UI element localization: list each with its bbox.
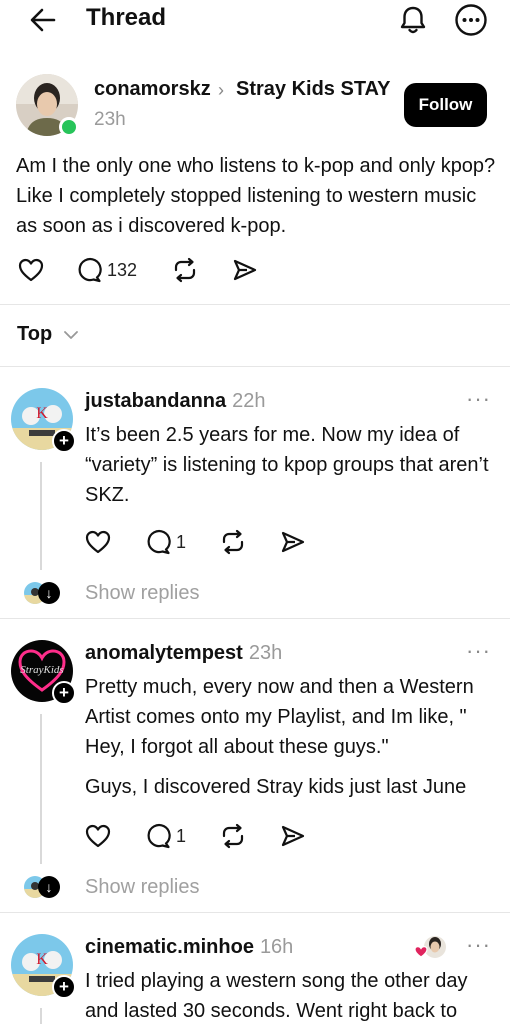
post-body: Am I the only one who listens to k-pop a… bbox=[16, 155, 496, 237]
thread-line bbox=[40, 1008, 42, 1024]
post-username[interactable]: conamorskz bbox=[94, 78, 211, 101]
arrow-down-icon: ↓ bbox=[38, 582, 60, 604]
reply-username[interactable]: justabandanna bbox=[85, 390, 226, 412]
liked-by-author-icon bbox=[414, 936, 446, 958]
heart-icon[interactable] bbox=[85, 530, 111, 554]
reply-body-paragraph: Guys, I discovered Stray kids just last … bbox=[85, 776, 467, 798]
reply-body: I tried playing a western song the other… bbox=[85, 970, 468, 1022]
more-options-icon[interactable]: ··· bbox=[466, 386, 491, 412]
heart-icon[interactable] bbox=[85, 824, 111, 848]
share-icon[interactable] bbox=[280, 824, 306, 848]
reply-header: cinematic.minhoe 16h bbox=[85, 936, 293, 959]
thread-line bbox=[40, 462, 42, 570]
thread-line bbox=[40, 714, 42, 864]
page-title: Thread bbox=[86, 4, 167, 31]
divider bbox=[0, 618, 510, 619]
comment-icon[interactable] bbox=[145, 823, 171, 849]
svg-text:K: K bbox=[36, 951, 48, 968]
reply-header: justabandanna 22h bbox=[85, 390, 266, 413]
online-status-dot bbox=[59, 117, 79, 137]
repost-icon[interactable] bbox=[172, 257, 198, 283]
reply-username[interactable]: anomalytempest bbox=[85, 642, 243, 664]
follow-button[interactable]: Follow bbox=[404, 83, 487, 127]
community-name[interactable]: Stray Kids STAY bbox=[236, 78, 391, 101]
divider bbox=[0, 366, 510, 367]
reply-header: anomalytempest 23h bbox=[85, 642, 282, 665]
share-icon[interactable] bbox=[232, 258, 258, 282]
reply-username[interactable]: cinematic.minhoe bbox=[85, 936, 254, 958]
reply-timestamp: 23h bbox=[248, 642, 283, 664]
reply-body: It’s been 2.5 years for me. Now my idea … bbox=[85, 424, 489, 506]
reply-timestamp: 16h bbox=[259, 936, 294, 958]
reply-body: Pretty much, every now and then a Wester… bbox=[85, 676, 474, 758]
post-timestamp: 23h bbox=[94, 109, 126, 130]
sort-label: Top bbox=[17, 323, 53, 345]
follow-plus-icon[interactable]: + bbox=[52, 975, 76, 999]
follow-plus-icon[interactable]: + bbox=[52, 681, 76, 705]
chevron-down-icon bbox=[63, 330, 78, 339]
reply-count: 132 bbox=[107, 260, 138, 280]
reply-count: 1 bbox=[176, 532, 187, 552]
show-replies-link[interactable]: Show replies bbox=[85, 876, 200, 899]
show-replies-link[interactable]: Show replies bbox=[85, 582, 200, 605]
share-icon[interactable] bbox=[280, 530, 306, 554]
comment-icon[interactable] bbox=[145, 529, 171, 555]
arrow-down-icon: ↓ bbox=[38, 876, 60, 898]
follow-plus-icon[interactable]: + bbox=[52, 429, 76, 453]
more-options-icon[interactable]: ··· bbox=[466, 932, 491, 958]
divider bbox=[0, 304, 510, 305]
heart-icon[interactable] bbox=[18, 258, 44, 282]
more-circle-icon[interactable] bbox=[454, 3, 488, 37]
reply-timestamp: 22h bbox=[232, 390, 266, 412]
top-bar: Thread bbox=[0, 0, 510, 44]
repost-icon[interactable] bbox=[220, 529, 246, 555]
sort-dropdown[interactable]: Top bbox=[17, 323, 78, 346]
bell-icon[interactable] bbox=[397, 4, 429, 36]
reply-count: 1 bbox=[176, 826, 187, 846]
svg-text:StrayKids: StrayKids bbox=[20, 664, 63, 676]
svg-text:K: K bbox=[36, 405, 48, 422]
comment-icon[interactable] bbox=[76, 257, 102, 283]
divider bbox=[0, 912, 510, 913]
back-arrow-icon[interactable] bbox=[28, 6, 58, 34]
repost-icon[interactable] bbox=[220, 823, 246, 849]
chevron-right-icon: › bbox=[218, 80, 224, 100]
more-options-icon[interactable]: ··· bbox=[466, 638, 491, 664]
